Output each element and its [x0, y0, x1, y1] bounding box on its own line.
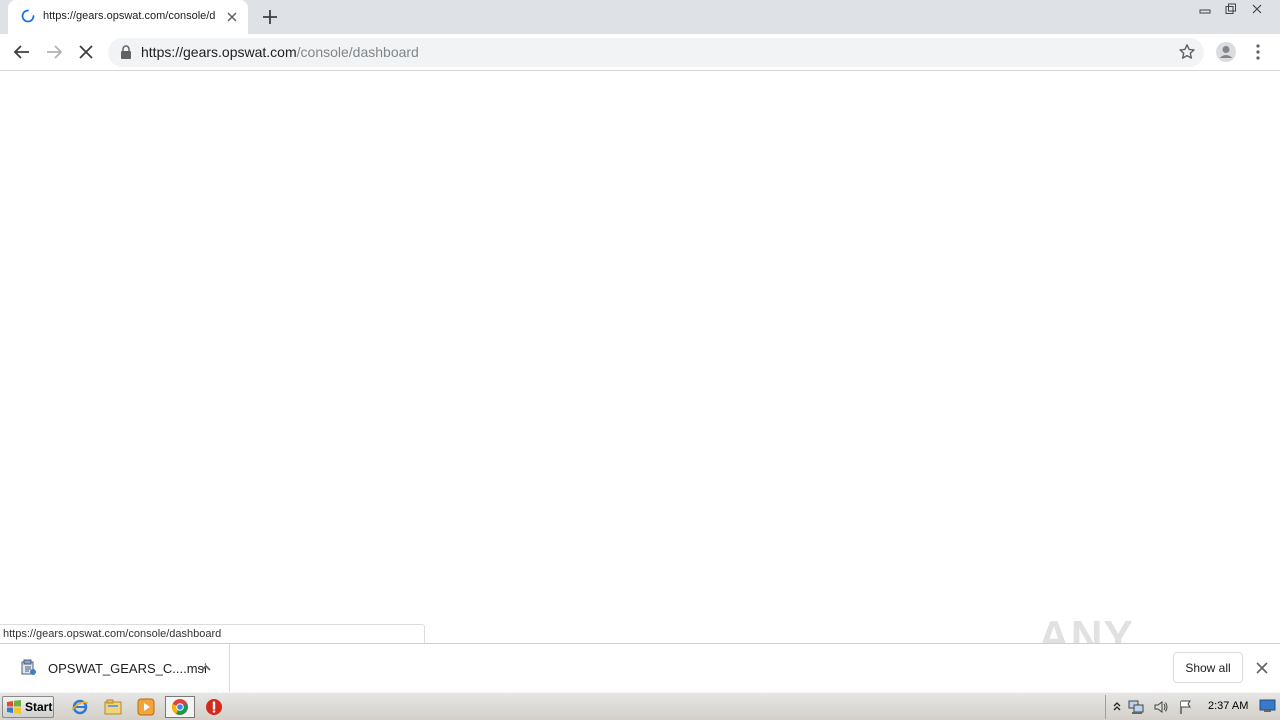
download-shelf: OPSWAT_GEARS_C....msi Show all [0, 643, 1280, 693]
loading-spinner-icon [21, 9, 35, 23]
tray-expand-button[interactable] [1109, 699, 1125, 715]
internet-explorer-icon [71, 699, 89, 715]
status-bubble: https://gears.opswat.com/console/dashboa… [0, 624, 425, 644]
network-icon [1128, 700, 1144, 714]
close-shelf-icon[interactable] [1254, 660, 1270, 676]
window-controls [1192, 0, 1270, 18]
lock-icon [121, 45, 131, 59]
taskbar: Start 2:37 AM [0, 692, 1280, 720]
tab-active[interactable]: https://gears.opswat.com/console/d [8, 0, 248, 34]
action-center-button[interactable] [1178, 699, 1194, 715]
internet-explorer-button[interactable] [68, 697, 92, 717]
address-bar[interactable]: https://gears.opswat.com/console/dashboa… [108, 38, 1204, 67]
stop-app-button[interactable] [202, 697, 226, 717]
speaker-icon [1154, 701, 1168, 713]
start-label: Start [25, 700, 53, 714]
media-player-icon [137, 698, 155, 716]
bookmark-star-icon[interactable] [1178, 43, 1196, 61]
profile-avatar-icon[interactable] [1215, 41, 1237, 63]
stop-loading-icon[interactable] [76, 42, 96, 62]
start-button[interactable]: Start [2, 696, 54, 718]
download-file-name: OPSWAT_GEARS_C....msi [48, 661, 207, 676]
show-desktop-icon[interactable] [1259, 698, 1276, 714]
forward-arrow-icon[interactable] [44, 42, 64, 62]
show-all-button[interactable]: Show all [1173, 652, 1243, 683]
chevron-up-icon [1113, 702, 1121, 711]
close-icon [1252, 4, 1262, 14]
tab-strip: https://gears.opswat.com/console/d [0, 0, 1280, 34]
browser-toolbar: https://gears.opswat.com/console/dashboa… [0, 34, 1280, 71]
explorer-button[interactable] [101, 697, 125, 717]
media-player-button[interactable] [134, 697, 158, 717]
minimize-button[interactable] [1192, 0, 1218, 18]
chevron-up-icon[interactable] [199, 661, 213, 675]
kebab-menu-icon[interactable] [1250, 42, 1266, 62]
flag-icon [1180, 700, 1191, 714]
network-tray-button[interactable] [1128, 699, 1144, 715]
page-content [0, 72, 1280, 643]
explorer-folder-icon [104, 699, 122, 715]
clock[interactable]: 2:37 AM [1208, 700, 1248, 712]
restore-button[interactable] [1218, 0, 1244, 18]
chrome-button[interactable] [165, 696, 195, 718]
chrome-icon [171, 699, 188, 715]
back-arrow-icon[interactable] [12, 42, 32, 62]
stop-icon [206, 699, 222, 715]
url-host: https://gears.opswat.com [141, 44, 297, 60]
msi-installer-icon [21, 659, 36, 675]
download-item[interactable]: OPSWAT_GEARS_C....msi [0, 644, 230, 693]
new-tab-icon[interactable] [260, 7, 280, 27]
url-path: /console/dashboard [296, 44, 419, 60]
minimize-icon [1199, 9, 1211, 14]
close-window-button[interactable] [1244, 0, 1270, 18]
restore-icon [1225, 3, 1236, 14]
tab-close-icon[interactable] [224, 9, 240, 25]
volume-tray-button[interactable] [1153, 699, 1169, 715]
system-tray [1105, 695, 1280, 719]
tab-title: https://gears.opswat.com/console/d [43, 10, 216, 22]
windows-logo-icon [7, 700, 21, 714]
url-text[interactable]: https://gears.opswat.com/console/dashboa… [141, 44, 419, 60]
